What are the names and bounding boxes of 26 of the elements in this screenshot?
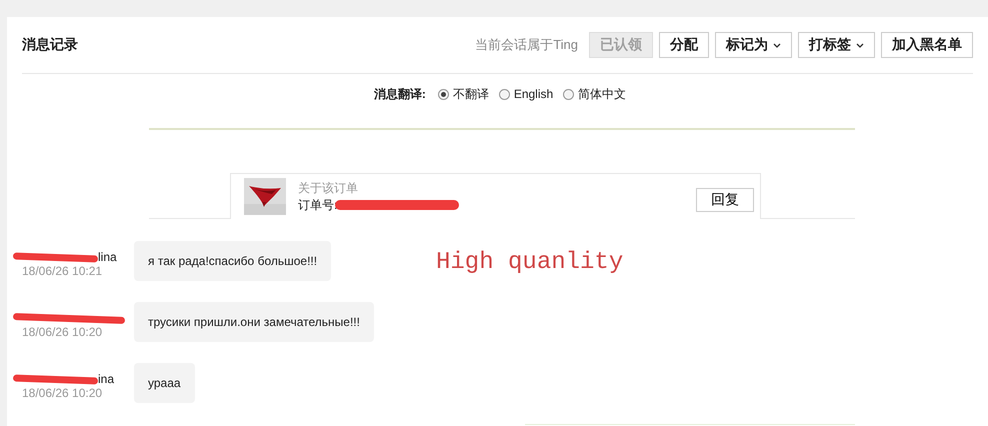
message-bubble: я так рада!спасибо большое!!!: [134, 241, 332, 281]
order-heading: 关于该订单: [298, 180, 359, 196]
radio-button[interactable]: [563, 88, 574, 100]
action-button[interactable]: 打标签: [798, 32, 875, 58]
message-time: 18/06/26 10:20: [22, 325, 104, 339]
translate-option[interactable]: English: [498, 87, 554, 101]
message-time: 18/06/26 10:20: [22, 386, 104, 400]
action-button[interactable]: 分配: [659, 32, 709, 58]
caret-icon: [773, 42, 781, 48]
caret-icon: [856, 42, 864, 48]
message-bubble: трусики пришли.они замечательные!!!: [134, 302, 374, 342]
action-button[interactable]: 加入黑名单: [881, 32, 973, 58]
annotation-text: High quanlity: [436, 249, 624, 276]
sender-name: ina: [98, 372, 114, 386]
translate-option[interactable]: 不翻译: [438, 86, 489, 102]
translate-option[interactable]: 简体中文: [563, 86, 626, 102]
message-bubble: ураaa: [134, 363, 195, 403]
owner-note: 当前会话属于Ting: [475, 36, 578, 54]
message-time: 18/06/26 10:21: [22, 264, 104, 278]
sender-name: lina: [98, 250, 117, 264]
action-button[interactable]: 标记为: [715, 32, 792, 58]
radio-button[interactable]: [498, 88, 510, 100]
radio-button[interactable]: [438, 88, 449, 100]
reply-button[interactable]: 回复: [696, 188, 754, 212]
page-title: 消息记录: [22, 36, 79, 54]
translate-label: 消息翻译:: [374, 86, 426, 102]
